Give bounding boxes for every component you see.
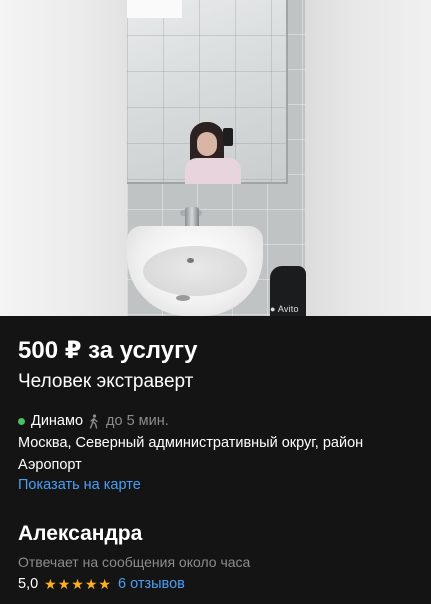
star-icon: ★ (84, 576, 98, 592)
rating-stars: ★ ★ ★ ★ ★ (44, 577, 112, 591)
seller-name[interactable]: Александра (18, 522, 142, 546)
metro-station: Динамо (31, 413, 84, 429)
show-on-map-link[interactable]: Показать на карте (18, 477, 141, 493)
photo-door-left (0, 0, 127, 316)
seller-rating-row: 5,0 ★ ★ ★ ★ ★ 6 отзывов (18, 574, 185, 594)
rating-value: 5,0 (18, 576, 39, 592)
photo-door-right (305, 0, 431, 316)
star-icon: ★ (57, 576, 71, 592)
listing-title: Человек экстраверт (18, 371, 194, 392)
listing-price: 500 ₽ за услугу (18, 337, 198, 364)
walking-person-icon (88, 413, 102, 429)
star-icon: ★ (44, 576, 57, 592)
avito-logo-icon: ● (270, 304, 276, 314)
avito-watermark: ● Avito (270, 304, 299, 314)
listing-photo[interactable]: ● Avito (0, 0, 431, 316)
metro-line-dot-icon (18, 417, 25, 425)
metro-row: Динамо до 5 мин. (18, 412, 169, 430)
walk-time: до 5 мин. (106, 413, 169, 429)
reviews-link[interactable]: 6 отзывов (118, 576, 185, 592)
star-icon: ★ (71, 576, 84, 592)
photo-phone (223, 128, 233, 146)
star-icon: ★ (98, 576, 111, 592)
seller-reply-time: Отвечает на сообщения около часа (18, 554, 251, 570)
listing-address: Москва, Северный административный округ,… (18, 435, 364, 473)
